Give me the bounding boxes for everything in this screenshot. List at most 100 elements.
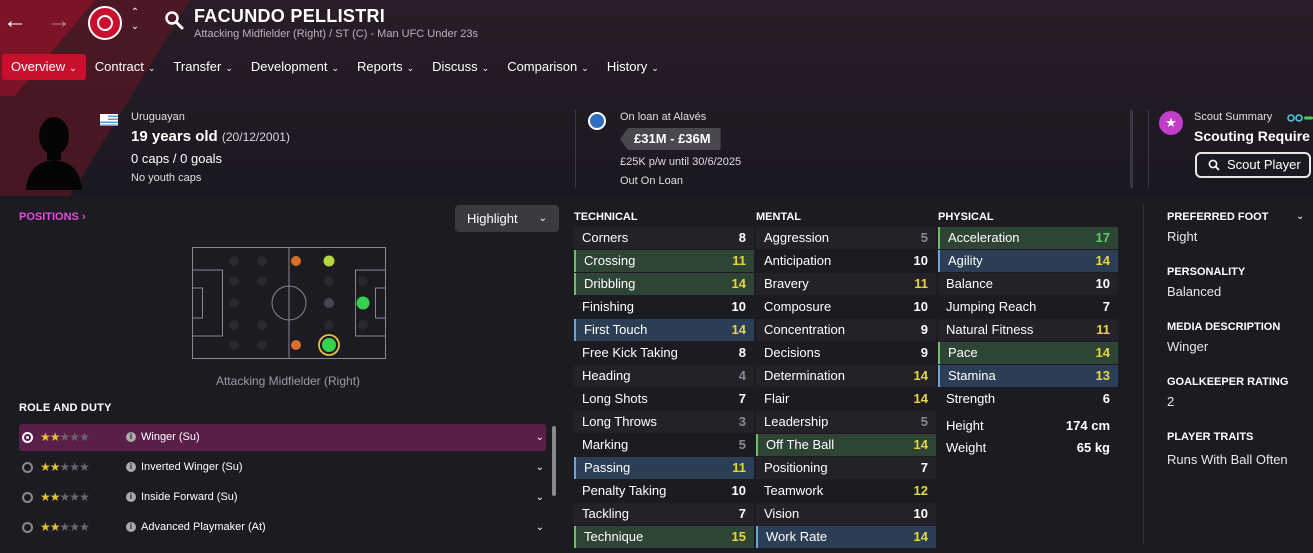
- info-icon[interactable]: i: [126, 462, 136, 472]
- role-radio[interactable]: [22, 462, 33, 473]
- attribute-row[interactable]: Pace 14: [938, 342, 1118, 364]
- menu-discuss[interactable]: Discuss ⌄: [423, 54, 498, 80]
- chevron-down-icon[interactable]: ⌄: [536, 484, 544, 511]
- attribute-name: Decisions: [764, 345, 821, 360]
- attribute-row[interactable]: Natural Fitness 11: [938, 319, 1118, 341]
- attribute-row[interactable]: Technique 15: [574, 526, 754, 548]
- attribute-row[interactable]: Teamwork 12: [756, 480, 936, 502]
- forward-arrow-icon[interactable]: →: [46, 8, 72, 34]
- attribute-row[interactable]: Penalty Taking 10: [574, 480, 754, 502]
- attribute-value: 14: [731, 276, 746, 291]
- menu-comparison[interactable]: Comparison ⌄: [498, 54, 598, 80]
- attribute-name: Heading: [582, 368, 631, 383]
- attribute-row[interactable]: Anticipation 10: [756, 250, 936, 272]
- attribute-row[interactable]: Crossing 11: [574, 250, 754, 272]
- attribute-row[interactable]: Off The Ball 14: [756, 434, 936, 456]
- attribute-row[interactable]: Passing 11: [574, 457, 754, 479]
- chevron-down-icon[interactable]: ⌄: [536, 454, 544, 481]
- goalkeeper-rating-value: 2: [1167, 394, 1175, 409]
- attribute-row[interactable]: Agility 14: [938, 250, 1118, 272]
- age: 19 years old (20/12/2001): [131, 128, 290, 145]
- chevron-down-icon[interactable]: ⌄: [536, 424, 544, 451]
- attribute-row[interactable]: Heading 4: [574, 365, 754, 387]
- attribute-row[interactable]: Free Kick Taking 8: [574, 342, 754, 364]
- menu-transfer[interactable]: Transfer ⌄: [164, 54, 241, 80]
- player-switch-icon[interactable]: ⌃ ⌄: [129, 6, 141, 34]
- chevron-down-icon: ⌄: [581, 63, 589, 73]
- attribute-row[interactable]: Marking 5: [574, 434, 754, 456]
- menu-history[interactable]: History ⌄: [598, 54, 668, 80]
- menu-reports[interactable]: Reports ⌄: [348, 54, 423, 80]
- info-icon[interactable]: i: [126, 432, 136, 442]
- club-crest-icon[interactable]: [88, 6, 122, 40]
- highlight-dropdown[interactable]: Highlight ⌄: [455, 205, 559, 232]
- menu-development[interactable]: Development ⌄: [242, 54, 348, 80]
- attribute-name: Long Throws: [582, 414, 657, 429]
- scout-player-button[interactable]: Scout Player: [1195, 152, 1311, 178]
- role-radio[interactable]: [22, 492, 33, 503]
- chevron-down-icon[interactable]: ⌄: [536, 514, 544, 541]
- attribute-row[interactable]: Concentration 9: [756, 319, 936, 341]
- attribute-row[interactable]: Positioning 7: [756, 457, 936, 479]
- attribute-value: 11: [732, 460, 746, 475]
- player-name: FACUNDO PELLISTRI: [194, 6, 386, 26]
- chevron-down-icon: ⌄: [651, 63, 659, 73]
- attribute-row[interactable]: Aggression 5: [756, 227, 936, 249]
- scrollbar[interactable]: [552, 426, 556, 496]
- menu-label: Overview: [11, 59, 66, 74]
- attribute-row[interactable]: Tackling 7: [574, 503, 754, 525]
- chevron-down-icon: ⌄: [225, 63, 233, 73]
- attribute-name: Acceleration: [948, 230, 1020, 245]
- loan-club-badge-icon[interactable]: [588, 112, 606, 130]
- attribute-name: Penalty Taking: [582, 483, 667, 498]
- attribute-row[interactable]: Determination 14: [756, 365, 936, 387]
- attribute-row[interactable]: Acceleration 17: [938, 227, 1118, 249]
- role-row[interactable]: ★★★★★ i Advanced Playmaker (At) ⌄: [19, 514, 546, 541]
- positions-link[interactable]: POSITIONS ›: [19, 211, 86, 223]
- role-row[interactable]: ★★★★★ i Inverted Winger (Su) ⌄: [19, 454, 546, 481]
- role-radio[interactable]: [22, 522, 33, 533]
- attribute-row[interactable]: Composure 10: [756, 296, 936, 318]
- attribute-row[interactable]: Long Shots 7: [574, 388, 754, 410]
- role-row[interactable]: ★★★★★ i Winger (Su) ⌄: [19, 424, 546, 451]
- attribute-row[interactable]: Bravery 11: [756, 273, 936, 295]
- attribute-name: Off The Ball: [766, 437, 835, 452]
- attribute-row[interactable]: Corners 8: [574, 227, 754, 249]
- attribute-row[interactable]: Decisions 9: [756, 342, 936, 364]
- attribute-row[interactable]: Jumping Reach 7: [938, 296, 1118, 318]
- attribute-row[interactable]: Work Rate 14: [756, 526, 936, 548]
- personality-value: Balanced: [1167, 284, 1222, 299]
- attribute-name: Concentration: [764, 322, 845, 337]
- attribute-name: Positioning: [764, 460, 828, 475]
- attribute-row[interactable]: Balance 10: [938, 273, 1118, 295]
- role-rating-stars: ★★★★★: [40, 460, 90, 474]
- attribute-row[interactable]: Dribbling 14: [574, 273, 754, 295]
- search-icon[interactable]: [164, 10, 184, 30]
- attribute-row[interactable]: Strength 6: [938, 388, 1118, 410]
- attribute-value: 7: [1102, 299, 1110, 314]
- menu-overview[interactable]: Overview ⌄: [2, 54, 86, 80]
- role-radio[interactable]: [22, 432, 33, 443]
- attribute-row[interactable]: First Touch 14: [574, 319, 754, 341]
- attribute-row[interactable]: Vision 10: [756, 503, 936, 525]
- attribute-name: Bravery: [764, 276, 809, 291]
- chevron-down-icon[interactable]: ⌄: [1296, 211, 1304, 222]
- info-icon[interactable]: i: [126, 492, 136, 502]
- menu-label: Contract: [94, 59, 144, 74]
- role-row[interactable]: ★★★★★ i Inside Forward (Su) ⌄: [19, 484, 546, 511]
- role-and-duty-title: ROLE AND DUTY: [19, 402, 112, 414]
- height-row: Height 174 cm: [946, 418, 1110, 433]
- attribute-name: Strength: [946, 391, 996, 406]
- attribute-row[interactable]: Leadership 5: [756, 411, 936, 433]
- info-icon[interactable]: i: [126, 522, 136, 532]
- attribute-row[interactable]: Flair 14: [756, 388, 936, 410]
- attribute-value: 5: [920, 230, 928, 245]
- contract-status: Out On Loan: [620, 175, 683, 187]
- attribute-row[interactable]: Stamina 13: [938, 365, 1118, 387]
- menu-contract[interactable]: Contract ⌄: [86, 54, 165, 80]
- attribute-value: 10: [913, 253, 928, 268]
- attribute-name: Natural Fitness: [946, 322, 1034, 337]
- attribute-row[interactable]: Long Throws 3: [574, 411, 754, 433]
- attribute-row[interactable]: Finishing 10: [574, 296, 754, 318]
- back-arrow-icon[interactable]: ←: [2, 8, 28, 34]
